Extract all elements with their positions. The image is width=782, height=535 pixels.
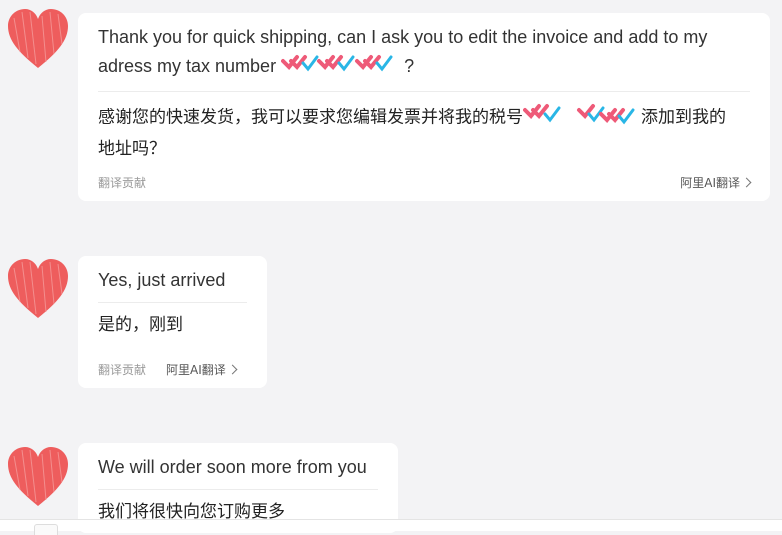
translation-contribute-link[interactable]: 翻译贡献 bbox=[98, 360, 146, 380]
bubble-footer: 翻译贡献 阿里AI翻译 bbox=[98, 173, 752, 193]
ali-ai-translate-label: 阿里AI翻译 bbox=[166, 363, 226, 377]
translated-text: 是的，刚到 bbox=[98, 315, 183, 335]
translation-contribute-link[interactable]: 翻译贡献 bbox=[98, 173, 146, 193]
original-line-2-text: adress my tax number bbox=[98, 55, 277, 76]
chevron-right-icon bbox=[741, 177, 752, 188]
message-bubble: Yes, just arrived 是的，刚到 翻译贡献 阿里AI翻译 bbox=[78, 256, 267, 388]
bubble-footer: 翻译贡献 阿里AI翻译 bbox=[98, 360, 247, 380]
input-toolbar bbox=[0, 519, 782, 535]
chevron-right-icon bbox=[227, 364, 238, 375]
original-text: Yes, just arrived bbox=[98, 256, 247, 303]
redaction-scribble bbox=[523, 100, 641, 135]
translation-line-1: 感谢您的快速发货，我可以要求您编辑发票并将我的税号 添加到我的 bbox=[98, 100, 750, 135]
translation-line-1-prefix: 感谢您的快速发货，我可以要求您编辑发票并将我的税号 bbox=[98, 107, 523, 128]
original-text: Thank you for quick shipping, can I ask … bbox=[98, 13, 750, 92]
avatar-heart-icon[interactable] bbox=[6, 8, 70, 70]
translation-line-2: 地址吗？ bbox=[98, 139, 166, 159]
translation-line-1-suffix: 添加到我的 bbox=[641, 107, 726, 128]
original-line-2: adress my tax number ? bbox=[98, 51, 750, 83]
ali-ai-translate-link[interactable]: 阿里AI翻译 bbox=[680, 173, 752, 193]
translated-text: 感谢您的快速发货，我可以要求您编辑发票并将我的税号 添加到我的 地址吗？ bbox=[98, 92, 750, 163]
original-text: We will order soon more from you bbox=[98, 443, 378, 490]
avatar-heart-icon[interactable] bbox=[6, 258, 70, 320]
ali-ai-translate-label: 阿里AI翻译 bbox=[680, 176, 740, 190]
original-line-2-end: ? bbox=[404, 55, 415, 76]
avatar-heart-icon[interactable] bbox=[6, 446, 70, 508]
ali-ai-translate-link[interactable]: 阿里AI翻译 bbox=[166, 360, 238, 380]
redaction-scribble bbox=[281, 51, 399, 83]
original-line-1: Thank you for quick shipping, can I ask … bbox=[98, 27, 708, 47]
message-bubble: Thank you for quick shipping, can I ask … bbox=[78, 13, 770, 201]
